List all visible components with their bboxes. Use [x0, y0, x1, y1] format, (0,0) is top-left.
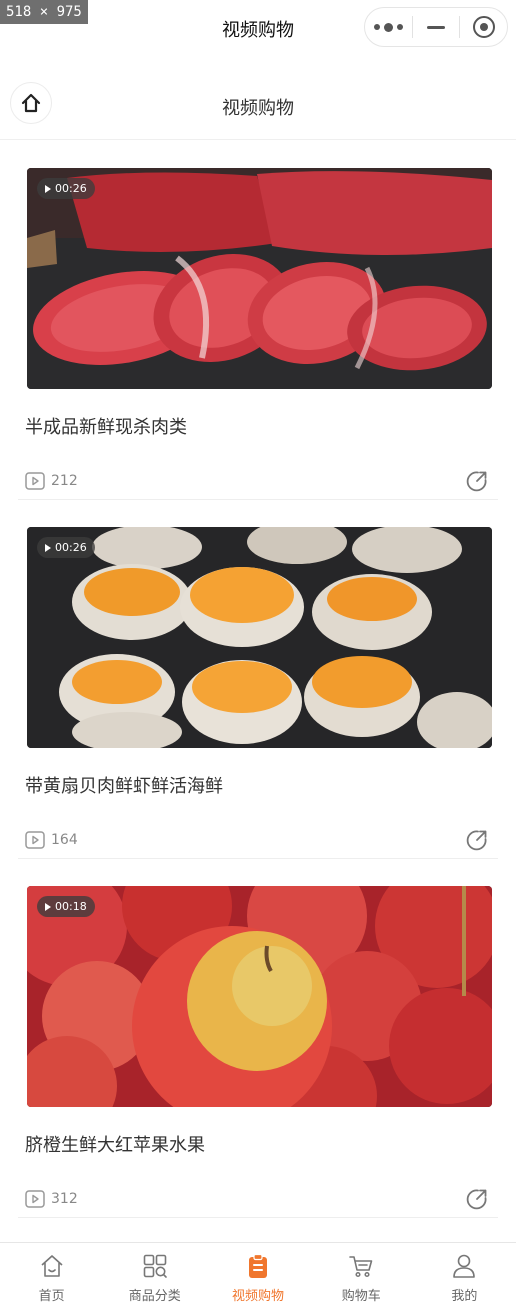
more-dots-icon	[373, 22, 403, 32]
share-icon[interactable]	[466, 829, 488, 851]
more-button[interactable]	[365, 8, 412, 46]
nav-bar: 视频购物	[0, 72, 516, 140]
play-icon	[45, 543, 51, 552]
tab-label: 商品分类	[128, 1289, 181, 1304]
view-count: 312	[25, 1190, 78, 1208]
page-title: 视频购物	[222, 98, 294, 119]
close-target-icon	[472, 16, 495, 38]
play-icon	[45, 902, 51, 911]
tab-label: 购物车	[341, 1289, 381, 1304]
tab-label: 我的	[451, 1289, 478, 1304]
mini-program-capsule	[364, 7, 508, 47]
duration-text: 00:26	[55, 541, 87, 554]
close-button[interactable]	[460, 8, 507, 46]
duration-badge: 00:26	[37, 537, 95, 558]
video-card: 00:26 带黄扇贝肉鲜虾鲜活海鲜 164	[18, 499, 498, 859]
video-title[interactable]: 脐橙生鲜大红苹果水果	[25, 1131, 205, 1157]
view-count: 164	[25, 831, 78, 849]
video-thumbnail-apples[interactable]: 00:18	[27, 886, 492, 1107]
tab-label: 视频购物	[232, 1289, 285, 1304]
video-play-icon	[25, 1190, 45, 1208]
tab-label: 首页	[38, 1289, 65, 1304]
duration-text: 00:26	[55, 182, 87, 195]
tab-category[interactable]: 商品分类	[103, 1243, 206, 1308]
tab-cart[interactable]: 购物车	[310, 1243, 413, 1308]
video-thumbnail-scallops[interactable]: 00:26	[27, 527, 492, 748]
share-icon[interactable]	[466, 1188, 488, 1210]
duration-badge: 00:26	[37, 178, 95, 199]
view-count-text: 212	[51, 473, 78, 489]
tab-home[interactable]: 首页	[0, 1243, 103, 1308]
dimensions-label: 518 × 975	[0, 0, 88, 24]
video-play-icon	[25, 472, 45, 490]
video-card: 00:26 半成品新鲜现杀肉类 212	[18, 140, 498, 500]
video-clipboard-icon	[249, 1253, 267, 1278]
user-icon	[453, 1254, 476, 1278]
video-title[interactable]: 半成品新鲜现杀肉类	[25, 413, 187, 439]
scallops-image	[27, 527, 492, 748]
tab-video-shopping[interactable]: 视频购物	[206, 1243, 309, 1308]
video-play-icon	[25, 831, 45, 849]
meat-image	[27, 168, 492, 389]
minimize-button[interactable]	[413, 8, 460, 46]
view-count-text: 312	[51, 1191, 78, 1207]
tab-mine[interactable]: 我的	[413, 1243, 516, 1308]
share-icon[interactable]	[466, 470, 488, 492]
duration-text: 00:18	[55, 900, 87, 913]
duration-badge: 00:18	[37, 896, 95, 917]
view-count-text: 164	[51, 832, 78, 848]
video-card: 00:18 脐橙生鲜大红苹果水果 312	[18, 858, 498, 1218]
play-icon	[45, 184, 51, 193]
bottom-tab-bar: 首页 商品分类 视频购物 购物车 我的	[0, 1242, 516, 1308]
apples-image	[27, 886, 492, 1107]
minimize-icon	[427, 25, 445, 29]
cart-icon	[349, 1256, 373, 1278]
view-count: 212	[25, 472, 78, 490]
home-icon	[41, 1255, 63, 1277]
category-grid-icon	[143, 1254, 167, 1278]
video-title[interactable]: 带黄扇贝肉鲜虾鲜活海鲜	[25, 772, 223, 798]
video-thumbnail-meat[interactable]: 00:26	[27, 168, 492, 389]
